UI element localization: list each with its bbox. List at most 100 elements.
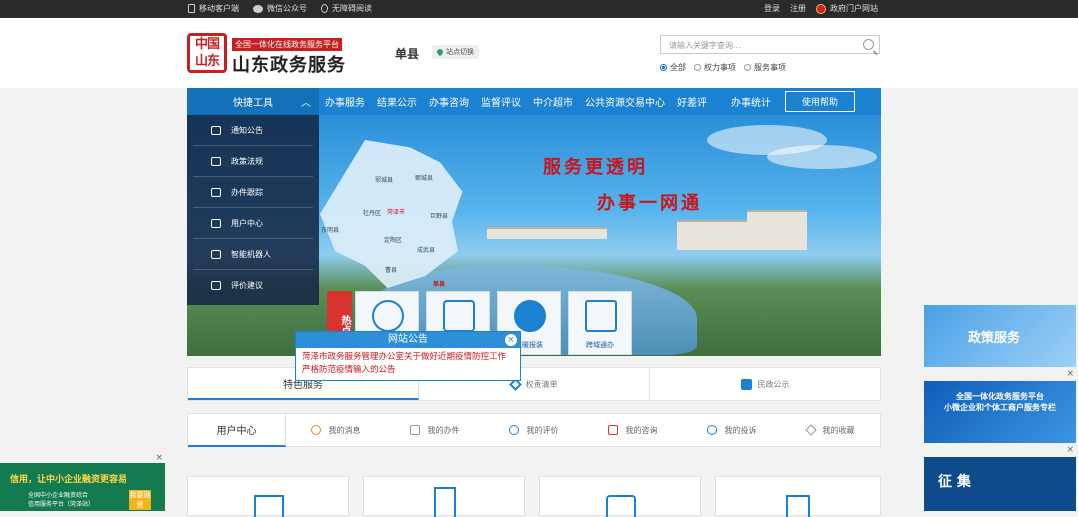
radio-service[interactable]: 服务事项: [744, 62, 786, 73]
main-nav: 快捷工具 ︿ 办事服务 结果公示 办事咨询 监督评议 中介超市 公共资源交易中心 …: [187, 88, 881, 115]
quick-item-user-center[interactable]: 用户中心: [193, 208, 313, 239]
service-card[interactable]: [187, 476, 349, 517]
quick-tools-toggle[interactable]: 快捷工具 ︿: [187, 88, 319, 115]
close-icon[interactable]: ×: [1066, 369, 1074, 379]
chevron-up-icon: ︿: [301, 98, 311, 109]
uc-label: 我的咨询: [625, 425, 658, 435]
building-icon: [434, 487, 456, 517]
hot-card[interactable]: 跨域通办: [568, 291, 632, 355]
accessible-link[interactable]: 无障碍阅读: [321, 3, 372, 14]
document-icon: [443, 300, 475, 332]
close-icon[interactable]: ×: [505, 334, 517, 346]
close-icon[interactable]: ×: [1066, 445, 1074, 455]
wechat-icon: [253, 4, 263, 13]
user-center-bar: 用户中心 我的消息 我的办件 我的评价 我的咨询 我的投诉 我的收藏: [187, 413, 881, 447]
ad-policy-service[interactable]: × 政策服务: [924, 305, 1076, 379]
login-link[interactable]: 登录: [764, 3, 780, 14]
ad-left-button[interactable]: 我要融资: [129, 490, 151, 510]
accessibility-icon: [321, 4, 328, 13]
quick-item-policy[interactable]: 政策法规: [193, 146, 313, 177]
nav-item[interactable]: 监督评议: [475, 94, 527, 109]
robot-icon: [211, 249, 221, 259]
ad-right2-title: 全国一体化政务服务平台 小微企业和个体工商户服务专栏: [944, 392, 1056, 412]
quick-item-notice[interactable]: 通知公告: [193, 115, 313, 146]
uc-reviews[interactable]: 我的评价: [484, 425, 583, 436]
phone-icon: [706, 425, 717, 435]
site-switch-button[interactable]: 站点切换: [432, 45, 479, 59]
map-label: 郓城县: [375, 177, 394, 184]
uc-cases[interactable]: 我的办件: [385, 425, 484, 436]
uc-messages[interactable]: 我的消息: [286, 425, 385, 436]
logo-seal[interactable]: 中国 山东: [187, 33, 227, 73]
mobile-client-link[interactable]: 移动客户端: [188, 3, 239, 14]
map-label: 鄄城县: [415, 175, 434, 182]
popup-body-link[interactable]: 菏泽市政务服务管理办公室关于做好近期疫情防控工作严格防范疫情输入的公告: [296, 348, 520, 380]
nav-item[interactable]: 中介超市: [527, 94, 579, 109]
help-button[interactable]: 使用帮助: [785, 91, 856, 112]
map-label: 单县: [433, 281, 446, 288]
quick-item-label: 用户中心: [231, 218, 263, 228]
register-link[interactable]: 注册: [790, 3, 806, 14]
map-label: 巨野县: [430, 213, 449, 220]
ad-small-business[interactable]: × 全国一体化政务服务平台 小微企业和个体工商户服务专栏: [924, 381, 1076, 455]
uc-complaints[interactable]: 我的投诉: [682, 425, 781, 436]
uc-inquiries[interactable]: 我的咨询: [583, 425, 682, 436]
ad-financing[interactable]: × 信用，让中小企业融资更容易 全国中小企业融资综合 信用服务平台（菏泽站） 我…: [0, 453, 165, 511]
send-icon: [211, 187, 221, 197]
ad-right3-title: 征 集: [938, 474, 971, 490]
tab-civil-notice[interactable]: 民政公示: [650, 368, 880, 400]
quick-item-feedback[interactable]: 评价建议: [193, 270, 313, 301]
search-placeholder: 请输入关键字查询...: [669, 41, 741, 50]
search-input[interactable]: 请输入关键字查询...: [660, 35, 880, 54]
map-label: 东明县: [321, 227, 340, 234]
badge-icon: [786, 495, 810, 517]
quick-item-label: 评价建议: [231, 281, 263, 290]
location-pin-icon: [435, 47, 445, 57]
portal-link[interactable]: 政府门户网站: [816, 3, 878, 14]
uc-favorites[interactable]: 我的收藏: [781, 424, 880, 436]
radio-all[interactable]: 全部: [660, 62, 686, 73]
radio-dot: [694, 64, 701, 71]
bottom-cards: [187, 476, 881, 517]
uc-label: 我的消息: [328, 425, 361, 435]
wechat-link[interactable]: 微信公众号: [253, 3, 307, 14]
search-icon[interactable]: [863, 39, 874, 50]
quick-item-tracking[interactable]: 办件跟踪: [193, 177, 313, 208]
star-icon: [804, 424, 817, 436]
service-tabs: 特色服务 权责清单 民政公示: [187, 367, 881, 401]
phone-icon: [188, 4, 195, 13]
service-card[interactable]: [539, 476, 701, 517]
close-icon[interactable]: ×: [155, 453, 163, 463]
building: [487, 227, 607, 239]
pencil-icon: [409, 425, 420, 435]
ad-left-title: 信用，让中小企业融资更容易: [10, 475, 128, 485]
uc-label: 我的投诉: [724, 425, 757, 435]
map-label: 曹县: [385, 267, 398, 274]
user-center-title[interactable]: 用户中心: [188, 413, 286, 447]
service-card[interactable]: [715, 476, 881, 517]
user-icon: [310, 425, 321, 435]
announcement-popup: 网站公告 × 菏泽市政务服务管理办公室关于做好近期疫情防控工作严格防范疫情输入的公…: [295, 331, 521, 381]
uc-label: 我的评价: [526, 425, 559, 435]
header: 中国 山东 全国一体化在线政务服务平台 山东政务服务 单县 站点切换 请输入关键字…: [0, 18, 1078, 88]
radio-power[interactable]: 权力事项: [694, 62, 736, 73]
nav-item[interactable]: 公共资源交易中心: [579, 94, 671, 109]
uc-label: 我的收藏: [822, 425, 855, 435]
popup-title: 网站公告: [388, 334, 428, 345]
radio-dot: [744, 64, 751, 71]
nav-item[interactable]: 好差评: [671, 94, 713, 109]
nav-item[interactable]: 办事咨询: [423, 94, 475, 109]
uc-label: 我的办件: [427, 425, 460, 435]
service-card[interactable]: [363, 476, 525, 517]
cloud: [767, 145, 877, 169]
ad-collection[interactable]: 征 集: [924, 457, 1076, 511]
energy-icon: [514, 300, 546, 332]
building: [677, 220, 757, 250]
nav-item[interactable]: 办事统计: [713, 94, 777, 109]
quick-menu: 通知公告 政策法规 办件跟踪 用户中心 智能机器人 评价建议: [187, 115, 319, 305]
nav-item[interactable]: 结果公示: [371, 94, 423, 109]
logo-title[interactable]: 山东政务服务: [232, 51, 346, 77]
nav-item[interactable]: 办事服务: [319, 94, 371, 109]
quick-item-robot[interactable]: 智能机器人: [193, 239, 313, 270]
county-name: 单县: [395, 47, 420, 61]
